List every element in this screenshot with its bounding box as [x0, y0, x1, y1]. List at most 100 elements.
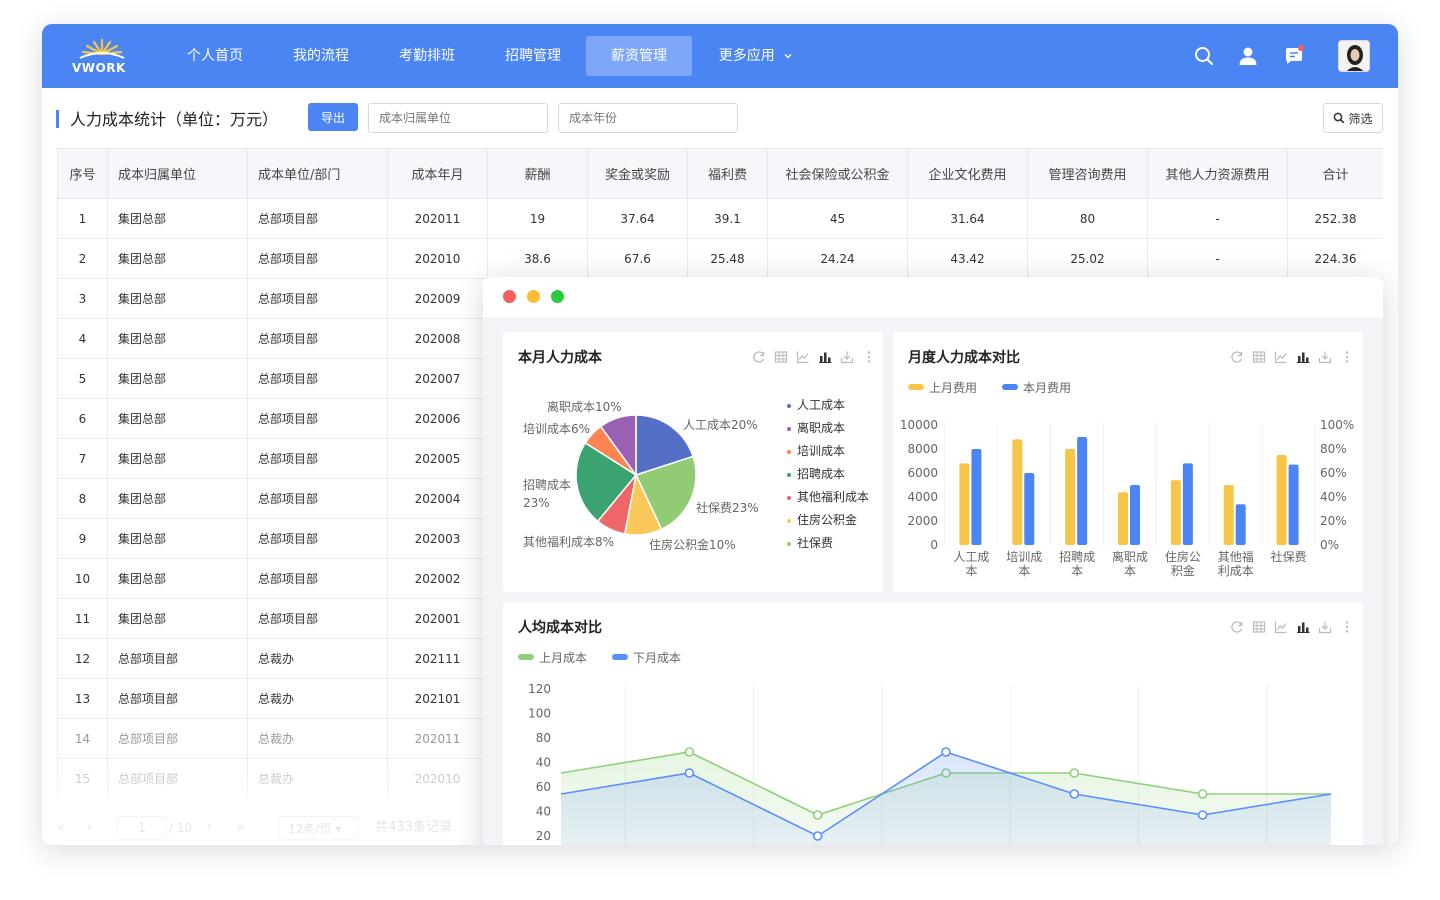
- table-cell: -: [1147, 238, 1288, 279]
- legend-item[interactable]: 招聘成本: [787, 465, 845, 482]
- table-cell: 总裁办: [247, 638, 388, 679]
- page-number-input[interactable]: 1: [117, 816, 167, 840]
- legend-item[interactable]: 人工成本: [787, 396, 845, 413]
- avatar[interactable]: [1338, 40, 1370, 72]
- table-row[interactable]: 1 集团总部 总部项目部 202011 19 37.64 39.1 45 31.64 80-252…: [57, 198, 1383, 239]
- y-tick-label: 40: [536, 756, 551, 770]
- x-tick-label: 人工成: [953, 550, 989, 564]
- legend-item[interactable]: 住房公积金: [787, 511, 857, 528]
- minimize-window-button[interactable]: [527, 290, 540, 303]
- table-cell: 集团总部: [107, 198, 248, 239]
- nav-item-recruitment[interactable]: 招聘管理: [490, 36, 576, 76]
- legend-item[interactable]: 社保费: [787, 534, 833, 551]
- top-nav: VWORK 个人首页 我的流程 考勤排班 招聘管理 薪资管理 更多应用: [42, 24, 1398, 88]
- bar: [1182, 463, 1193, 545]
- bar: [1024, 473, 1035, 545]
- cost-pie-chart: 人工成本20% 社保费23% 住房公积金10% 其他福利成本8% 招聘成本 23% 培训成本…: [523, 399, 759, 552]
- prev-page-button[interactable]: ‹: [87, 816, 92, 840]
- pie-slice-label: 培训成本6%: [523, 421, 590, 436]
- nav-item-label: 更多应用: [718, 48, 775, 64]
- table-cell: 总部项目部: [247, 198, 388, 239]
- page-size-select[interactable]: 12条/页 ▾: [279, 816, 359, 840]
- message-icon[interactable]: [1282, 44, 1306, 68]
- last-page-button[interactable]: »: [237, 816, 245, 840]
- legend-item[interactable]: 离职成本: [787, 419, 845, 436]
- x-tick-label: 本: [1018, 564, 1030, 578]
- user-icon[interactable]: [1236, 44, 1260, 68]
- table-cell: 集团总部: [107, 278, 248, 319]
- legend-item[interactable]: 其他福利成本: [787, 488, 869, 505]
- cost-unit-input[interactable]: [368, 103, 548, 133]
- maximize-window-button[interactable]: [551, 290, 564, 303]
- nav-item-more-apps[interactable]: 更多应用: [708, 36, 804, 76]
- legend-label: 人工成本: [797, 398, 846, 412]
- table-cell: 总部项目部: [107, 678, 248, 719]
- table-cell: 252.38: [1287, 198, 1383, 239]
- table-cell: 202004: [387, 478, 488, 519]
- table-cell: 总裁办: [247, 758, 388, 798]
- bar: [1276, 455, 1287, 545]
- table-cell: 202010: [387, 238, 488, 279]
- table-row[interactable]: 2 集团总部 总部项目部 202010 38.6 67.6 25.48 24.24 43.42 2…: [57, 238, 1383, 279]
- table-cell: 集团总部: [107, 318, 248, 359]
- table-cell: 202007: [387, 358, 488, 399]
- logo-sun-icon: [79, 38, 125, 59]
- bar: [959, 463, 970, 545]
- column-header: 合计: [1287, 148, 1383, 199]
- first-page-button[interactable]: «: [57, 816, 65, 840]
- x-tick-label: 培训成: [1006, 549, 1042, 564]
- data-point: [1197, 810, 1208, 820]
- nav-item-my-process[interactable]: 我的流程: [278, 36, 364, 76]
- search-icon[interactable]: [1192, 44, 1216, 68]
- bar: [1223, 485, 1234, 545]
- legend-label: 招聘成本: [797, 467, 846, 481]
- per-capita-cost-line-card: 人均成本对比 上月成本 下月成本 120 100 80 40 60 40 20: [503, 602, 1363, 845]
- legend-dot: [787, 472, 791, 477]
- vwork-logo[interactable]: VWORK: [70, 34, 134, 78]
- table-cell: 25.02: [1027, 238, 1148, 279]
- legend-swatch: [612, 654, 628, 660]
- column-header: 序号: [57, 148, 108, 199]
- y-tick-label: 100: [528, 707, 551, 721]
- table-cell: 总部项目部: [247, 478, 388, 519]
- x-tick-label: 离职成: [1112, 549, 1148, 564]
- legend-dot: [787, 449, 791, 454]
- y2-tick-label: 40%: [1320, 490, 1347, 504]
- column-header: 奖金或奖励: [587, 148, 688, 199]
- nav-item-label: 薪资管理: [611, 48, 667, 64]
- table-cell: 202001: [387, 598, 488, 639]
- x-tick-label: 本: [1071, 564, 1083, 578]
- bar: [1288, 464, 1299, 545]
- pie-slice-label: 离职成本10%: [547, 399, 622, 414]
- close-window-button[interactable]: [503, 290, 516, 303]
- x-tick-label: 招聘成: [1059, 550, 1095, 564]
- bar: [1012, 439, 1023, 545]
- next-page-button[interactable]: ›: [207, 816, 212, 840]
- y-tick-label: 8000: [907, 442, 938, 456]
- table-cell: 12: [57, 638, 108, 679]
- table-header-row: 序号 成本归属单位 成本单位/部门 成本年月 薪酬 奖金或奖励 福利费 社会保险或公积金 企业文…: [57, 148, 1383, 199]
- export-button[interactable]: 导出: [308, 103, 358, 131]
- cost-year-input[interactable]: [558, 103, 738, 133]
- search-icon: [1334, 112, 1345, 124]
- table-cell: 202009: [387, 278, 488, 319]
- table-cell: 总部项目部: [247, 358, 388, 399]
- bar: [1118, 492, 1128, 545]
- table-cell: 总部项目部: [247, 238, 388, 279]
- y-tick-label: 2000: [907, 514, 938, 528]
- column-header: 福利费: [687, 148, 768, 199]
- table-cell: 43.42: [907, 238, 1028, 279]
- nav-item-salary[interactable]: 薪资管理: [586, 36, 692, 76]
- page-title: 人力成本统计（单位：万元）: [70, 110, 279, 129]
- legend-item[interactable]: 培训成本: [787, 442, 845, 459]
- filter-button[interactable]: 筛选: [1323, 103, 1383, 133]
- pie-slice-label: 招聘成本: [523, 478, 571, 492]
- y-tick-label: 0: [930, 538, 938, 552]
- nav-item-home[interactable]: 个人首页: [172, 36, 258, 76]
- nav-item-attendance[interactable]: 考勤排班: [384, 36, 470, 76]
- table-cell: 集团总部: [107, 358, 248, 399]
- cost-bar-chart: 上月费用 本月费用 0 0% 2000 20% 4000 40% 6000 60% 8000 80% 1…: [900, 381, 1355, 578]
- table-cell: 2: [57, 238, 108, 279]
- legend-label: 培训成本: [797, 444, 846, 458]
- table-cell: 202002: [387, 558, 488, 599]
